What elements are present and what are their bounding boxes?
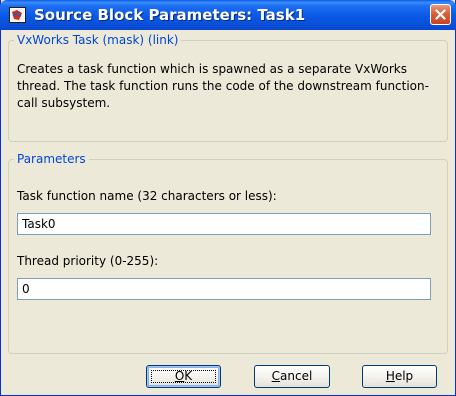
cancel-mnemonic: C xyxy=(271,369,281,383)
mask-group-legend: VxWorks Task (mask) (link) xyxy=(14,32,182,48)
mask-description-group: VxWorks Task (mask) (link) Creates a tas… xyxy=(8,32,448,142)
ok-mnemonic: O xyxy=(174,369,185,383)
help-label-rest: elp xyxy=(394,369,414,383)
priority-input[interactable] xyxy=(17,278,431,300)
cancel-button-label: Cancel xyxy=(272,369,313,383)
dialog-window: Source Block Parameters: Task1 VxWorks T… xyxy=(0,0,456,396)
task-name-label: Task function name (32 characters or les… xyxy=(17,189,277,203)
simulink-block-icon xyxy=(9,7,26,23)
window-title: Source Block Parameters: Task1 xyxy=(34,6,306,24)
help-mnemonic: H xyxy=(385,369,395,383)
mask-description-text: Creates a task function which is spawned… xyxy=(17,62,429,110)
cancel-button[interactable]: Cancel xyxy=(254,365,330,388)
ok-button[interactable]: OK xyxy=(146,365,221,388)
ok-button-label: OK xyxy=(175,369,192,383)
help-button[interactable]: Help xyxy=(362,365,437,388)
title-bar[interactable]: Source Block Parameters: Task1 xyxy=(0,0,456,30)
close-button[interactable] xyxy=(430,4,451,25)
priority-label: Thread priority (0-255): xyxy=(17,254,159,268)
help-button-label: Help xyxy=(386,369,413,383)
parameters-group: Parameters Task function name (32 charac… xyxy=(8,151,448,354)
ok-label-rest: K xyxy=(184,369,193,383)
parameters-group-legend: Parameters xyxy=(14,151,89,167)
cancel-label-rest: ancel xyxy=(280,369,313,383)
task-name-input[interactable] xyxy=(17,213,431,235)
